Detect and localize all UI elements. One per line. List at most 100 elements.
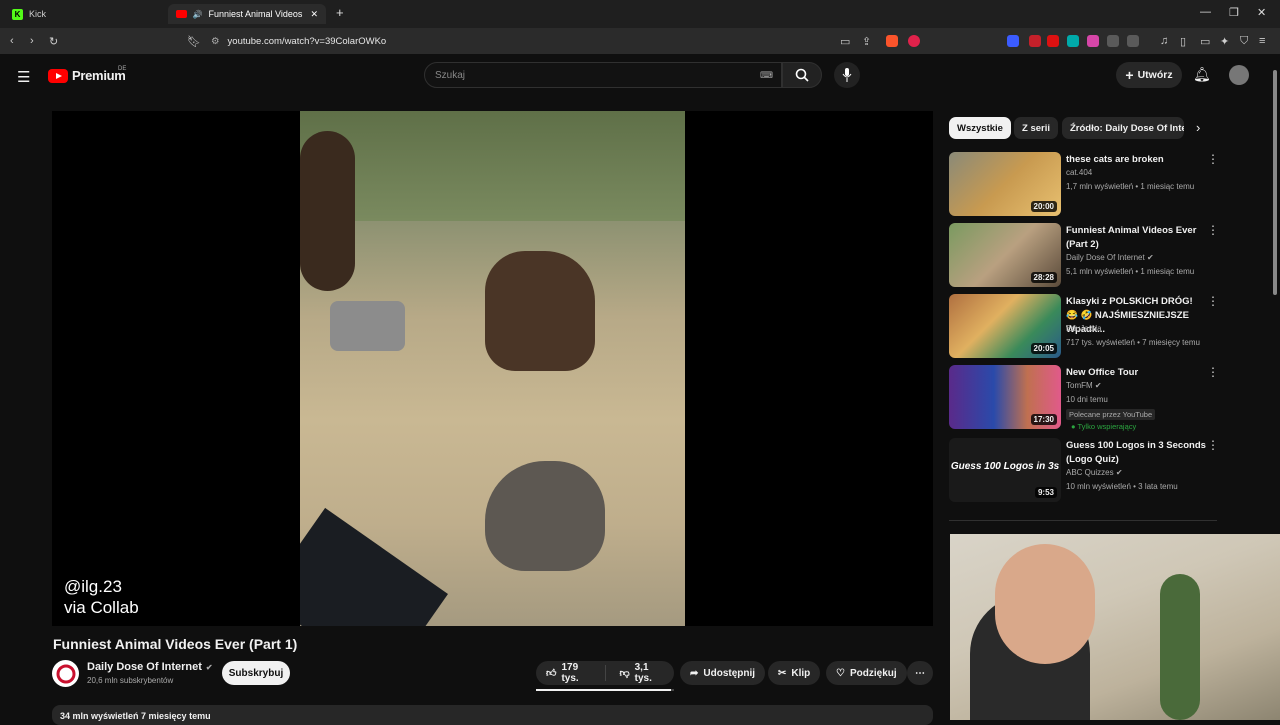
duration-badge: 9:53 xyxy=(1034,487,1057,498)
create-label: Utwórz xyxy=(1137,69,1173,81)
share-page-icon[interactable]: ⇪ xyxy=(862,35,871,48)
forward-icon[interactable]: › xyxy=(30,35,34,47)
cast-icon[interactable]: ▭ xyxy=(840,35,850,48)
related-meta: 5,1 mln wyświetleń • 1 miesiąc temu xyxy=(1066,267,1195,276)
brave-shields-icon[interactable] xyxy=(886,35,898,47)
more-vert-icon[interactable]: ⋮ xyxy=(1207,366,1219,378)
menu-icon[interactable]: ≡ xyxy=(1259,35,1265,47)
video-thumbnail[interactable]: 17:30 xyxy=(949,365,1061,429)
thanks-icon: ♡ xyxy=(836,667,845,679)
chevron-right-icon[interactable]: › xyxy=(1196,120,1200,135)
microphone-icon xyxy=(842,68,852,82)
related-title[interactable]: these cats are broken xyxy=(1066,153,1206,167)
more-actions-button[interactable]: ⋯ xyxy=(907,661,933,685)
related-video[interactable]: 20:00 these cats are broken cat.404 1,7 … xyxy=(949,152,1269,218)
related-meta: 10 mln wyświetleń • 3 lata temu xyxy=(1066,482,1178,491)
related-title[interactable]: Guess 100 Logos in 3 Seconds (Logo Quiz) xyxy=(1066,439,1206,467)
search-button[interactable] xyxy=(782,62,822,88)
clip-label: Klip xyxy=(791,667,811,679)
extension-icon[interactable] xyxy=(1067,35,1079,47)
channel-logo-icon xyxy=(56,664,75,683)
vpn-icon[interactable]: ⛉ xyxy=(1240,35,1248,48)
related-channel-text: TomFM xyxy=(1066,381,1093,390)
reload-icon[interactable]: ↻ xyxy=(49,35,58,48)
extension-icon[interactable] xyxy=(1087,35,1099,47)
avatar[interactable] xyxy=(1229,65,1249,85)
more-vert-icon[interactable]: ⋮ xyxy=(1207,439,1219,451)
site-settings-icon[interactable]: ⚙︎ xyxy=(211,36,220,47)
related-video[interactable]: 28:28 Funniest Animal Videos Ever (Part … xyxy=(949,223,1269,289)
tab-youtube[interactable]: 🔊 Funniest Animal Videos Ever (Part ✕ xyxy=(168,4,326,24)
scrollbar-thumb[interactable] xyxy=(1273,70,1277,295)
recommended-badge: Polecane przez YouTube xyxy=(1066,409,1156,420)
related-video[interactable]: 17:30 New Office Tour TomFM ✔ 10 dni tem… xyxy=(949,365,1269,437)
verified-icon: ✔ xyxy=(1115,468,1123,477)
related-title[interactable]: New Office Tour xyxy=(1066,366,1206,380)
related-channel[interactable]: EduJazda xyxy=(1066,324,1102,333)
chip-all[interactable]: Wszystkie xyxy=(949,117,1011,139)
address-bar[interactable]: ⚙︎ youtube.com/watch?v=39ColarOWKo xyxy=(205,31,930,51)
thumbs-down-icon: 👎︎ xyxy=(619,668,630,679)
youtube-logo[interactable]: Premium xyxy=(48,68,126,83)
thanks-button[interactable]: ♡ Podziękuj xyxy=(826,661,907,685)
back-icon[interactable]: ‹ xyxy=(10,35,14,47)
tab-label: Funniest Animal Videos Ever (Part xyxy=(208,9,305,19)
more-vert-icon[interactable]: ⋮ xyxy=(1207,295,1219,307)
search-input[interactable]: Szukaj ⌨ xyxy=(424,62,782,88)
maximize-button[interactable]: ❐ xyxy=(1229,6,1239,19)
related-channel[interactable]: Daily Dose Of Internet ✔ xyxy=(1066,253,1154,262)
chip-series[interactable]: Z serii xyxy=(1014,117,1058,139)
wallet-icon[interactable]: ▭ xyxy=(1200,35,1210,48)
subscribe-button[interactable]: Subskrybuj xyxy=(222,661,290,685)
related-channel[interactable]: TomFM ✔ xyxy=(1066,381,1102,390)
close-window-button[interactable]: ✕ xyxy=(1257,6,1266,19)
leo-icon[interactable]: ✦ xyxy=(1220,35,1229,48)
minimize-button[interactable]: — xyxy=(1200,6,1211,18)
close-tab-icon[interactable]: ✕ xyxy=(310,9,318,20)
related-title[interactable]: Funniest Animal Videos Ever (Part 2) xyxy=(1066,224,1206,252)
sidebar-icon[interactable]: ▯ xyxy=(1180,35,1186,48)
tab-kick[interactable]: K Kick xyxy=(4,4,164,24)
related-video[interactable]: 20:05 Klasyki z POLSKICH DRÓG! 😂 🤣 NAJŚM… xyxy=(949,294,1269,360)
new-tab-button[interactable]: + xyxy=(336,5,344,20)
description-box[interactable]: 34 mln wyświetleń 7 miesięcy temu xyxy=(52,705,933,725)
youtube-play-icon xyxy=(48,68,68,83)
page-scrollbar[interactable] xyxy=(1270,60,1280,720)
like-button[interactable]: 👍︎ 179 tys. xyxy=(536,662,607,684)
guide-menu-icon[interactable]: ☰ xyxy=(17,68,30,86)
video-thumbnail[interactable]: Guess 100 Logos in 3s 9:53 xyxy=(949,438,1061,502)
video-thumbnail[interactable]: 20:05 xyxy=(949,294,1061,358)
extension-icon[interactable] xyxy=(1007,35,1019,47)
video-title: Funniest Animal Videos Ever (Part 1) xyxy=(53,636,298,652)
video-player[interactable]: @ilg.23 via Collab xyxy=(52,111,933,626)
chip-source[interactable]: Źródło: Daily Dose Of Internet xyxy=(1062,117,1184,139)
video-thumbnail[interactable]: 20:00 xyxy=(949,152,1061,216)
members-only-badge: ● Tylko wspierający xyxy=(1071,422,1137,431)
notifications-bell-icon[interactable]: 🔔︎ xyxy=(1193,66,1211,83)
extension-icon[interactable] xyxy=(1029,35,1041,47)
extensions-puzzle-icon[interactable] xyxy=(1107,35,1119,47)
share-button[interactable]: ➦ Udostępnij xyxy=(680,661,766,685)
dislike-button[interactable]: 👎︎ 3,1 tys. xyxy=(611,662,674,684)
more-vert-icon[interactable]: ⋮ xyxy=(1207,153,1219,165)
related-channel[interactable]: ABC Quizzes ✔ xyxy=(1066,468,1123,477)
keyboard-icon[interactable]: ⌨ xyxy=(760,70,773,81)
clip-button[interactable]: ✂ Klip xyxy=(768,661,821,685)
more-vert-icon[interactable]: ⋮ xyxy=(1207,224,1219,236)
channel-avatar[interactable] xyxy=(52,660,79,687)
voice-search-button[interactable] xyxy=(834,62,860,88)
bookmark-icon[interactable]: 🔖︎ xyxy=(187,35,201,48)
car-window-frame xyxy=(300,507,448,626)
plus-icon: + xyxy=(1125,67,1134,83)
media-icon[interactable]: ♫ xyxy=(1160,35,1168,47)
channel-name[interactable]: Daily Dose Of Internet ✔ xyxy=(87,661,213,673)
related-channel[interactable]: cat.404 xyxy=(1066,168,1092,177)
extension-icon[interactable] xyxy=(1127,35,1139,47)
verified-icon: ✔ xyxy=(1146,253,1154,262)
related-video[interactable]: Guess 100 Logos in 3s 9:53 Guess 100 Log… xyxy=(949,438,1269,504)
video-thumbnail[interactable]: 28:28 xyxy=(949,223,1061,287)
related-channel-text: ABC Quizzes xyxy=(1066,468,1114,477)
extension-icon[interactable] xyxy=(1047,35,1059,47)
create-button[interactable]: + Utwórz xyxy=(1116,62,1182,88)
brave-rewards-icon[interactable] xyxy=(908,35,920,47)
